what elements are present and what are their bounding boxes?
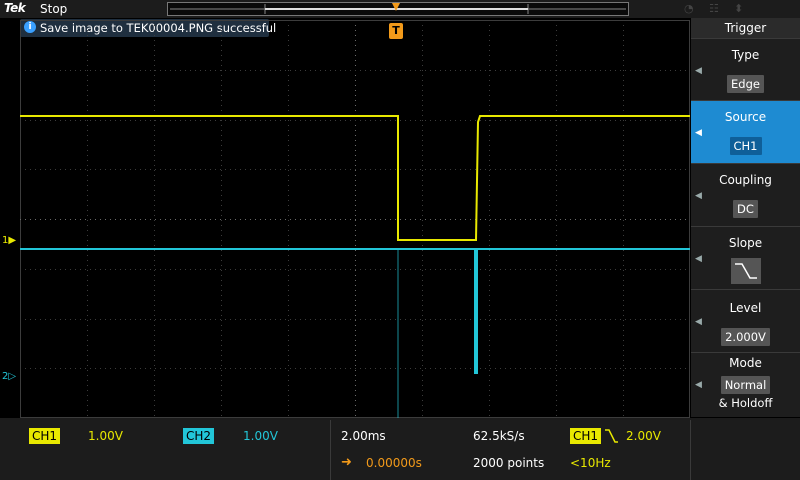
trigger-source-badge[interactable]: CH1 [570, 428, 602, 444]
menu-label-mode: Mode [729, 356, 762, 370]
record-view-bar[interactable] [167, 2, 629, 16]
ch1-marker[interactable]: 1▶ [2, 235, 16, 246]
menu-item-level[interactable]: ◀ Level 2.000V [691, 289, 800, 352]
wifi-icon: ◔ [684, 2, 694, 15]
ch1-marker-label: 1 [2, 235, 9, 246]
menu-value-level: 2.000V [721, 328, 770, 346]
top-status-bar: Tek Stop ◔ ☷ ⬍ [0, 0, 800, 18]
menu-label-coupling: Coupling [719, 173, 772, 187]
horizontal-delay[interactable]: 0.00000s [366, 456, 422, 470]
ch2-marker[interactable]: 2▷ [2, 371, 16, 382]
menu-item-source[interactable]: ◀ Source CH1 [691, 100, 800, 163]
falling-edge-icon [730, 258, 761, 284]
trigger-position-marker[interactable]: T [389, 23, 403, 39]
trigger-level-readout[interactable]: 2.00V [626, 429, 661, 443]
acquisition-run-state[interactable]: Stop [40, 2, 67, 16]
falling-slope-icon [605, 429, 618, 443]
menu-value-mode: Normal [720, 376, 771, 394]
tek-logo: Tek [4, 1, 26, 15]
menu-label-slope: Slope [728, 236, 763, 250]
ch1-badge[interactable]: CH1 [29, 428, 61, 444]
ch2-marker-label: 2 [2, 371, 9, 382]
ch1-waveform [20, 115, 690, 241]
menu-label-type: Type [731, 48, 760, 62]
horizontal-scale[interactable]: 2.00ms [341, 429, 386, 443]
menu-item-coupling[interactable]: ◀ Coupling DC [691, 163, 800, 226]
menu-value-coupling: DC [733, 200, 758, 218]
bottom-status-bar [0, 418, 800, 480]
trigger-frequency: <10Hz [570, 456, 611, 470]
grid-lines [20, 20, 690, 418]
record-view-graphic [170, 3, 626, 14]
menu-item-type[interactable]: ◀ Type Edge [691, 38, 800, 101]
record-length: 2000 points [473, 456, 545, 470]
menu-value-type: Edge [727, 75, 764, 93]
menu-label-source: Source [724, 110, 767, 124]
ch2-scale[interactable]: 1.00V [243, 429, 278, 443]
usb-icon: ⬍ [734, 2, 744, 15]
ch2-pulse [474, 249, 478, 374]
menu-value-holdoff: & Holdoff [718, 396, 773, 410]
waveform-graticule[interactable] [20, 20, 690, 418]
menu-label-level: Level [729, 301, 762, 315]
ch1-scale[interactable]: 1.00V [88, 429, 123, 443]
menu-value-source: CH1 [729, 137, 762, 155]
status-icons: ◔ ☷ ⬍ [664, 2, 794, 16]
trigger-panel-title: Trigger [691, 18, 800, 38]
divider [690, 420, 691, 480]
ch2-badge[interactable]: CH2 [183, 428, 215, 444]
menu-item-mode[interactable]: ◀ Mode Normal & Holdoff [691, 352, 800, 418]
delay-arrow-icon: ➜ [341, 455, 352, 470]
divider [330, 420, 331, 480]
lan-icon: ☷ [709, 2, 719, 15]
sample-rate: 62.5kS/s [473, 429, 525, 443]
menu-item-slope[interactable]: ◀ Slope [691, 226, 800, 289]
